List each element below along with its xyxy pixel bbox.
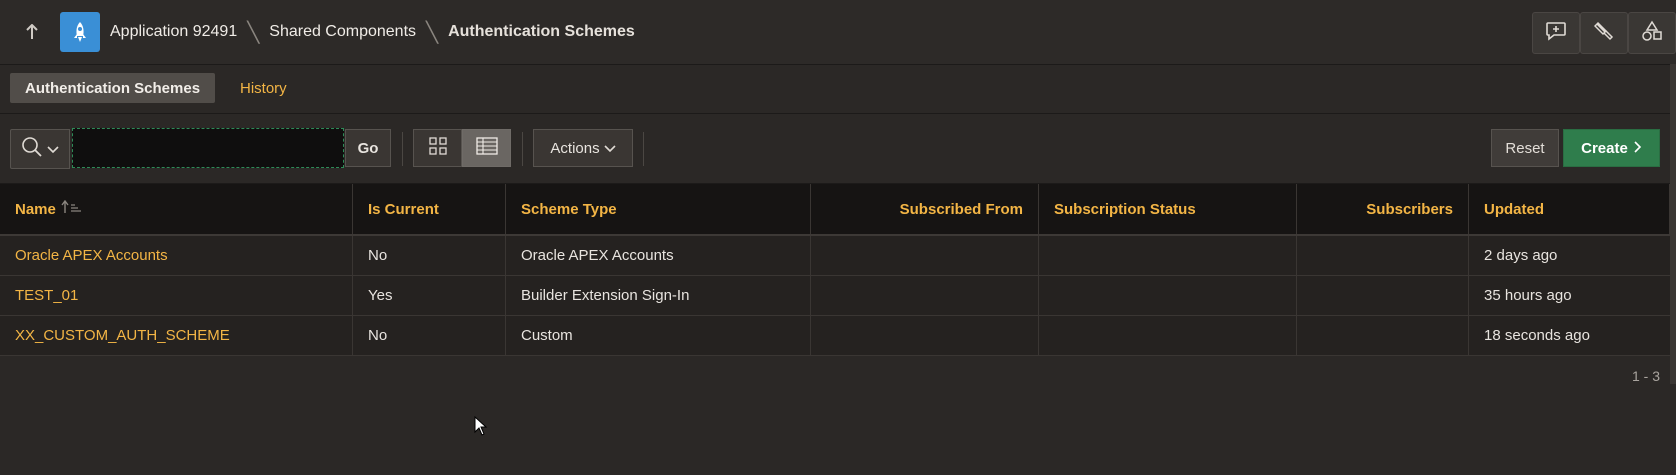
updated-cell: 2 days ago bbox=[1484, 247, 1558, 264]
create-label: Create bbox=[1581, 139, 1628, 157]
page-header: Application 92491 ╲ Shared Components ╲ … bbox=[0, 0, 1676, 65]
report-table: Name Is Current Scheme Type Subscribed F… bbox=[0, 184, 1670, 356]
scheme-type-cell: Oracle APEX Accounts bbox=[506, 236, 811, 275]
table-row: TEST_01 Yes Builder Extension Sign-In 35… bbox=[0, 276, 1670, 316]
column-header-subscribed-from[interactable]: Subscribed From bbox=[811, 184, 1039, 234]
scheme-name-link[interactable]: Oracle APEX Accounts bbox=[0, 236, 353, 275]
search-icon bbox=[21, 136, 43, 162]
search-input[interactable] bbox=[72, 128, 344, 168]
column-header-is-current[interactable]: Is Current bbox=[353, 184, 506, 234]
chevron-right-icon bbox=[1634, 140, 1642, 157]
subscription-status-cell bbox=[1039, 316, 1297, 355]
rocket-icon[interactable] bbox=[60, 12, 100, 52]
reset-button[interactable]: Reset bbox=[1491, 129, 1559, 167]
brush-icon bbox=[1593, 21, 1614, 45]
scheme-name-link[interactable]: TEST_01 bbox=[0, 276, 353, 315]
divider bbox=[643, 132, 644, 166]
scheme-name-link[interactable]: XX_CUSTOM_AUTH_SCHEME bbox=[0, 316, 353, 355]
actions-label: Actions bbox=[550, 139, 600, 157]
actions-menu-button[interactable]: Actions bbox=[533, 129, 633, 167]
column-header-updated[interactable]: Updated bbox=[1469, 184, 1670, 234]
divider bbox=[402, 132, 403, 166]
vertical-scrollbar[interactable] bbox=[1670, 64, 1676, 384]
breadcrumb-shared-components[interactable]: Shared Components bbox=[269, 23, 416, 41]
column-header-scheme-type[interactable]: Scheme Type bbox=[506, 184, 811, 234]
table-icon bbox=[475, 137, 498, 159]
subscribers-cell bbox=[1297, 236, 1469, 275]
report-toolbar: Go Actions Reset Create bbox=[0, 114, 1670, 184]
divider bbox=[522, 132, 523, 166]
column-header-label: Name bbox=[15, 200, 56, 218]
comment-plus-button[interactable] bbox=[1532, 12, 1580, 54]
table-row: Oracle APEX Accounts No Oracle APEX Acco… bbox=[0, 236, 1670, 276]
tabs-bar: Authentication Schemes History bbox=[0, 65, 1670, 114]
arrow-up-icon[interactable] bbox=[18, 18, 46, 46]
is-current-cell: No bbox=[353, 316, 506, 355]
subscription-status-cell bbox=[1039, 236, 1297, 275]
breadcrumb: Application 92491 ╲ Shared Components ╲ … bbox=[110, 0, 635, 64]
sort-ascending-icon bbox=[61, 199, 83, 218]
updated-cell: 35 hours ago bbox=[1484, 287, 1572, 304]
tab-history[interactable]: History bbox=[225, 73, 302, 103]
go-button[interactable]: Go bbox=[345, 129, 391, 167]
icon-view-button[interactable] bbox=[413, 129, 462, 167]
subscribed-from-cell bbox=[811, 276, 1039, 315]
is-current-cell: Yes bbox=[353, 276, 506, 315]
breadcrumb-separator: ╲ bbox=[426, 21, 439, 44]
create-button[interactable]: Create bbox=[1563, 129, 1660, 167]
subscription-status-cell bbox=[1039, 276, 1297, 315]
scheme-type-cell: Custom bbox=[506, 316, 811, 355]
tab-authentication-schemes[interactable]: Authentication Schemes bbox=[10, 73, 216, 103]
column-header-name[interactable]: Name bbox=[0, 184, 353, 234]
chevron-down-icon bbox=[47, 141, 59, 158]
breadcrumb-separator: ╲ bbox=[247, 21, 260, 44]
shapes-icon bbox=[1641, 20, 1663, 46]
column-header-subscription-status[interactable]: Subscription Status bbox=[1039, 184, 1297, 234]
chevron-down-icon bbox=[604, 140, 616, 157]
mouse-cursor-icon bbox=[474, 415, 488, 440]
grid-icon bbox=[428, 137, 447, 159]
table-header: Name Is Current Scheme Type Subscribed F… bbox=[0, 184, 1670, 236]
shapes-button[interactable] bbox=[1628, 12, 1676, 54]
scheme-type-cell: Builder Extension Sign-In bbox=[506, 276, 811, 315]
subscribed-from-cell bbox=[811, 316, 1039, 355]
updated-cell: 18 seconds ago bbox=[1484, 327, 1590, 344]
report-view-button[interactable] bbox=[462, 129, 511, 167]
search-column-button[interactable] bbox=[10, 129, 70, 169]
breadcrumb-current: Authentication Schemes bbox=[448, 23, 635, 40]
is-current-cell: No bbox=[353, 236, 506, 275]
table-row: XX_CUSTOM_AUTH_SCHEME No Custom 18 secon… bbox=[0, 316, 1670, 356]
subscribers-cell bbox=[1297, 316, 1469, 355]
pagination-range: 1 - 3 bbox=[1631, 368, 1660, 384]
comment-plus-icon bbox=[1545, 21, 1567, 45]
breadcrumb-application[interactable]: Application 92491 bbox=[110, 23, 237, 41]
column-header-subscribers[interactable]: Subscribers bbox=[1297, 184, 1469, 234]
subscribers-cell bbox=[1297, 276, 1469, 315]
subscribed-from-cell bbox=[811, 236, 1039, 275]
brush-button[interactable] bbox=[1580, 12, 1628, 54]
